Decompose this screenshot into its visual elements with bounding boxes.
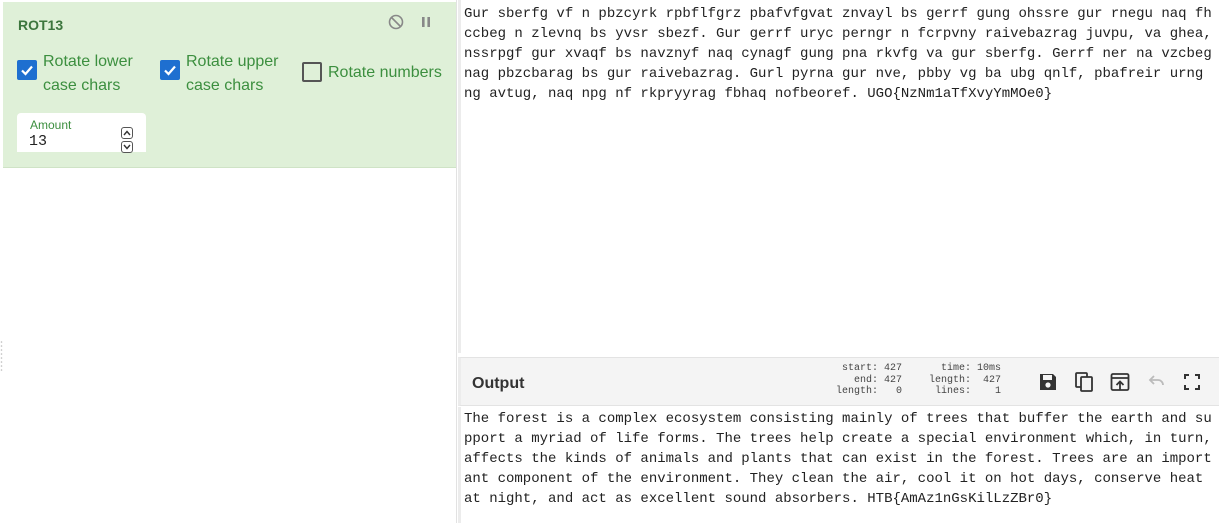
stat-start: start: 427 [842, 363, 903, 374]
decrement-icon[interactable] [121, 141, 133, 153]
undo-icon[interactable] [1144, 370, 1168, 394]
resize-handle[interactable] [0, 340, 3, 374]
save-icon[interactable] [1036, 370, 1060, 394]
rotate-upper-label: Rotate upper case chars [186, 53, 279, 94]
checkbox-checked-icon[interactable] [160, 60, 180, 80]
stat-length: length: 0 [836, 386, 903, 397]
operation-controls [388, 14, 434, 30]
checkbox-unchecked-icon[interactable] [302, 62, 322, 82]
recipe-pane: ROT13 Rotate lower case chars Rotate upp… [0, 0, 457, 523]
rotate-upper-checkbox[interactable]: Rotate upper case chars [160, 50, 290, 98]
stat-output-length: length: 427 [929, 374, 1002, 386]
checkbox-checked-icon[interactable] [17, 60, 37, 80]
stat-end: end: 427 [854, 374, 903, 386]
selection-stats: start: 427 end: 427 length: 0 [836, 363, 902, 398]
rotate-lower-label: Rotate lower case chars [43, 53, 133, 94]
replace-input-icon[interactable] [1108, 370, 1132, 394]
maximise-icon[interactable] [1180, 370, 1204, 394]
input-pane[interactable]: Gur sberfg vf n pbzcyrk rpbflfgrz pbafvf… [458, 0, 1219, 353]
pause-icon[interactable] [418, 14, 434, 30]
rotate-lower-checkbox[interactable]: Rotate lower case chars [17, 50, 142, 98]
cyberchef-workspace: ROT13 Rotate lower case chars Rotate upp… [0, 0, 1219, 523]
amount-value[interactable]: 13 [29, 133, 47, 150]
stat-time: time: 10ms [941, 363, 1002, 374]
amount-label: Amount [30, 118, 72, 132]
input-textarea[interactable]: Gur sberfg vf n pbzcyrk rpbflfgrz pbafvf… [464, 4, 1216, 104]
output-pane[interactable]: The forest is a complex ecosystem consis… [458, 407, 1219, 523]
operation-title: ROT13 [18, 17, 64, 33]
copy-icon[interactable] [1072, 370, 1096, 394]
increment-icon[interactable] [121, 127, 133, 139]
amount-stepper[interactable] [121, 127, 134, 153]
output-stats: time: 10ms length: 427 lines: 1 [929, 363, 1001, 398]
rot13-operation: ROT13 Rotate lower case chars Rotate upp… [3, 2, 456, 168]
amount-field[interactable]: Amount 13 [17, 113, 146, 153]
output-toolbar [1036, 370, 1204, 394]
rotate-numbers-label: Rotate numbers [328, 64, 442, 81]
output-header: Output start: 427 end: 427 length: 0 time:… [458, 357, 1219, 406]
output-textarea[interactable]: The forest is a complex ecosystem consis… [464, 409, 1216, 509]
disable-icon[interactable] [388, 14, 404, 30]
stat-lines: lines: 1 [935, 386, 1002, 397]
output-title: Output [472, 375, 525, 392]
rotate-numbers-checkbox[interactable]: Rotate numbers [302, 62, 452, 84]
